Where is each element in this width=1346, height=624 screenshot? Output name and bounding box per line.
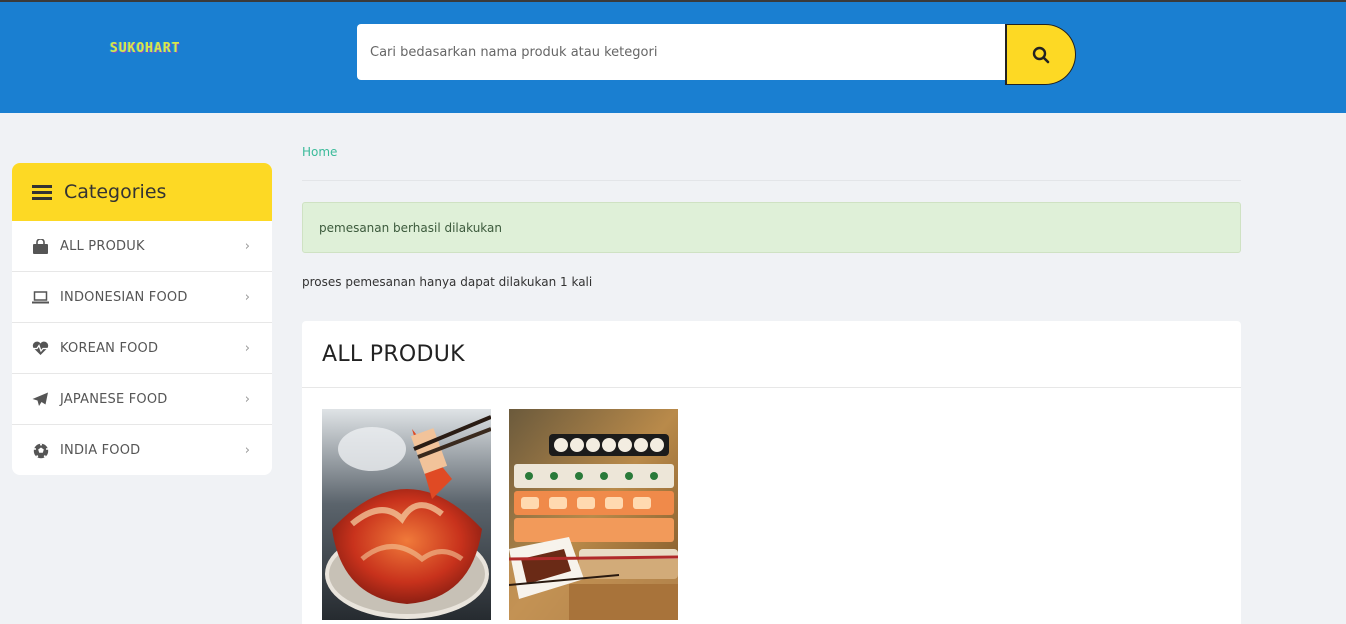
category-label: KOREAN FOOD [60,340,159,356]
success-alert: pemesanan berhasil dilakukan [302,202,1241,253]
category-india-food[interactable]: INDIA FOOD › [12,425,272,475]
category-indonesian-food[interactable]: INDONESIAN FOOD › [12,272,272,323]
menu-icon [32,184,52,200]
breadcrumb-divider [302,180,1241,181]
paper-plane-icon [32,391,49,408]
search-box [357,24,1007,80]
breadcrumb-home[interactable]: Home [302,145,337,159]
shopping-bag-icon [32,238,49,255]
panel-header: ALL PRODUK [302,321,1241,388]
category-label: JAPANESE FOOD [60,391,168,407]
top-header: SUKOHART [0,0,1346,113]
laptop-icon [32,289,49,306]
chevron-right-icon: › [244,391,250,407]
categories-header: Categories [12,163,272,221]
category-korean-food[interactable]: KOREAN FOOD › [12,323,272,374]
site-logo[interactable]: SUKOHART [110,40,234,58]
panel-title: ALL PRODUK [322,341,465,367]
sushi-platter-photo [509,409,678,620]
kimchi-bowl-photo [322,409,491,620]
chevron-right-icon: › [244,340,250,356]
products-panel: ALL PRODUK [302,321,1241,624]
chevron-right-icon: › [244,238,250,254]
category-all-produk[interactable]: ALL PRODUK › [12,221,272,272]
chevron-right-icon: › [244,289,250,305]
alert-message: pemesanan berhasil dilakukan [319,220,502,235]
search-input[interactable] [357,24,1007,80]
search-icon [1032,46,1050,63]
categories-title: Categories [64,181,167,203]
category-japanese-food[interactable]: JAPANESE FOOD › [12,374,272,425]
soccer-ball-icon [32,442,49,459]
search-button[interactable] [1005,24,1076,85]
category-label: INDONESIAN FOOD [60,289,188,305]
heartbeat-icon [32,340,49,357]
chevron-right-icon: › [244,443,250,458]
category-label: ALL PRODUK [60,238,145,254]
product-card-kimchi[interactable] [322,409,491,620]
categories-sidebar: Categories ALL PRODUK › INDONESIAN FOOD … [12,163,272,475]
product-card-sushi[interactable] [509,409,678,620]
order-note: proses pemesanan hanya dapat dilakukan 1… [302,275,593,289]
category-label: INDIA FOOD [60,443,141,458]
